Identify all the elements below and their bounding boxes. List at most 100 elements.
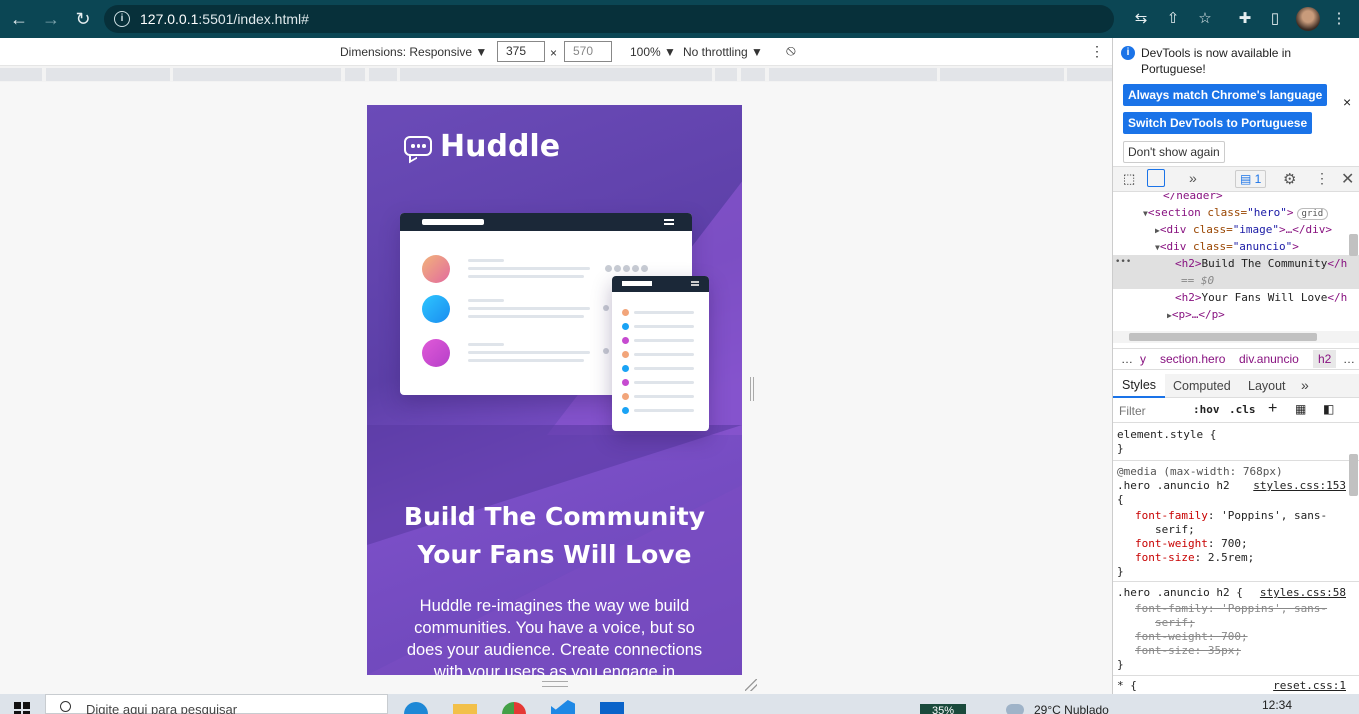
more-panels-icon[interactable]: » xyxy=(1301,377,1309,393)
rotate-icon[interactable]: ⦸ xyxy=(786,42,796,59)
reload-icon[interactable]: ↻ xyxy=(72,8,94,30)
node-ellipsis[interactable]: ••• xyxy=(1115,257,1131,267)
browser-menu-icon[interactable]: ⋮ xyxy=(1330,10,1348,28)
element-style-rule[interactable]: element.style { xyxy=(1117,428,1216,441)
bookmark-star-icon[interactable]: ☆ xyxy=(1196,10,1214,28)
always-match-language-button[interactable]: Always match Chrome's language xyxy=(1123,84,1328,106)
media-segment[interactable] xyxy=(173,68,341,81)
breadcrumb-item[interactable]: … xyxy=(1343,352,1355,366)
computed-styles-icon[interactable]: ▦ xyxy=(1295,402,1306,416)
info-icon: i xyxy=(1121,46,1135,60)
dimensions-dropdown[interactable]: Dimensions: Responsive ▼ xyxy=(340,45,487,59)
styles-scrollbar-thumb[interactable] xyxy=(1349,454,1358,496)
media-segment[interactable] xyxy=(46,68,170,81)
rule2-prop-font-weight[interactable]: font-weight: 700; xyxy=(1135,630,1248,643)
tab-computed[interactable]: Computed xyxy=(1173,379,1231,393)
breadcrumb-item[interactable]: … xyxy=(1121,352,1133,366)
resize-handle-corner[interactable] xyxy=(745,679,757,691)
forward-icon[interactable]: → xyxy=(40,8,62,30)
battery-widget[interactable]: 35% xyxy=(920,704,966,714)
more-tabs-icon[interactable]: » xyxy=(1189,170,1197,186)
share-icon[interactable]: ⇧ xyxy=(1164,10,1182,28)
rule2-selector[interactable]: .hero .anuncio h2 { xyxy=(1117,586,1243,599)
translate-icon[interactable]: ⇆ xyxy=(1132,10,1150,28)
media-segment[interactable] xyxy=(741,68,765,81)
inspect-element-icon[interactable]: ⬚ xyxy=(1123,171,1135,187)
resize-handle-bottom[interactable] xyxy=(542,681,568,687)
dom-line-section[interactable]: ▼<section class="hero"> grid xyxy=(1143,206,1329,220)
media-segment[interactable] xyxy=(345,68,365,81)
dom-line[interactable]: </header> xyxy=(1163,193,1223,202)
edge-icon[interactable] xyxy=(404,702,428,714)
dont-show-again-button[interactable]: Don't show again xyxy=(1123,141,1225,163)
extensions-icon[interactable]: ✚ xyxy=(1236,10,1254,28)
tab-styles[interactable]: Styles xyxy=(1113,374,1166,398)
settings-gear-icon[interactable]: ⚙ xyxy=(1283,170,1296,188)
width-input[interactable]: 375 xyxy=(497,41,545,62)
resize-handle-right[interactable] xyxy=(750,377,754,401)
back-icon[interactable]: ← xyxy=(8,8,30,30)
rule3-source-link[interactable]: reset.css:1 xyxy=(1273,679,1346,692)
rule2-prop-font-family[interactable]: font-family: 'Poppins', sans- xyxy=(1135,602,1327,615)
breadcrumb-item-active[interactable]: h2 xyxy=(1313,350,1337,368)
breadcrumb-item[interactable]: y xyxy=(1140,352,1146,366)
media-segment[interactable] xyxy=(715,68,737,81)
height-input[interactable]: 570 xyxy=(564,41,612,62)
media-segment[interactable] xyxy=(940,68,1064,81)
device-more-icon[interactable]: ⋮ xyxy=(1090,43,1104,60)
throttling-dropdown[interactable]: No throttling ▼ xyxy=(683,45,763,59)
tab-layout[interactable]: Layout xyxy=(1248,379,1286,393)
windows-start-icon[interactable] xyxy=(14,702,30,714)
profile-avatar[interactable] xyxy=(1296,7,1320,31)
media-segment[interactable] xyxy=(1067,68,1112,81)
media-segment[interactable] xyxy=(0,68,42,81)
close-devtools-icon[interactable]: ✕ xyxy=(1341,169,1354,189)
styles-filter-input[interactable] xyxy=(1115,401,1181,421)
devtools-menu-icon[interactable]: ⋮ xyxy=(1315,170,1329,187)
issues-counter[interactable]: ▤ 1 xyxy=(1235,170,1267,188)
media-segment[interactable] xyxy=(769,68,937,81)
breadcrumb-item[interactable]: section.hero xyxy=(1160,352,1225,366)
horizontal-scrollbar[interactable] xyxy=(1113,331,1359,343)
rule2-prop-font-size[interactable]: font-size: 35px; xyxy=(1135,644,1241,657)
media-segment[interactable] xyxy=(369,68,397,81)
switch-to-portuguese-button[interactable]: Switch DevTools to Portuguese xyxy=(1123,112,1313,134)
notice-text: DevTools is now available in Portuguese! xyxy=(1141,46,1292,76)
rule1-selector[interactable]: .hero .anuncio h2 xyxy=(1117,479,1230,492)
close-notice-icon[interactable]: × xyxy=(1343,94,1351,110)
file-explorer-icon[interactable] xyxy=(453,704,477,714)
breadcrumb-item[interactable]: div.anuncio xyxy=(1239,352,1299,366)
grid-badge[interactable]: grid xyxy=(1296,208,1329,220)
rule1-source-link[interactable]: styles.css:153 xyxy=(1253,479,1346,492)
dom-line-h2[interactable]: <h2>Your Fans Will Love</h xyxy=(1175,291,1347,304)
sidebar-toggle-icon[interactable]: ◧ xyxy=(1323,402,1334,416)
rule2-source-link[interactable]: styles.css:58 xyxy=(1260,586,1346,599)
scrollbar-thumb[interactable] xyxy=(1129,333,1317,341)
rule3-selector[interactable]: * { xyxy=(1117,679,1137,692)
hov-toggle[interactable]: :hov xyxy=(1193,403,1220,416)
side-panel-icon[interactable]: ▯ xyxy=(1266,10,1284,28)
store-icon[interactable] xyxy=(600,702,624,714)
cls-toggle[interactable]: .cls xyxy=(1229,403,1256,416)
taskbar-search[interactable]: Digite aqui para pesquisar xyxy=(45,694,388,714)
vscode-icon[interactable] xyxy=(551,700,575,714)
dom-line-div-anuncio[interactable]: ▼<div class="anuncio"> xyxy=(1155,240,1299,253)
rule1-prop-font-weight[interactable]: font-weight: 700; xyxy=(1135,537,1248,550)
dom-line-div-image[interactable]: ▶<div class="image">…</div> xyxy=(1155,223,1332,236)
address-bar[interactable]: i 127.0.0.1:5501/index.html# xyxy=(104,5,1114,33)
rule1-prop-font-family[interactable]: font-family: 'Poppins', sans- xyxy=(1135,509,1327,522)
dom-line-h2-selected[interactable]: <h2>Build The Community</h xyxy=(1175,257,1347,270)
weather-text[interactable]: 29°C Nublado xyxy=(1034,703,1109,714)
rule1-prop-font-size[interactable]: font-size: 2.5rem; xyxy=(1135,551,1254,564)
new-rule-icon[interactable]: + xyxy=(1268,400,1277,418)
chrome-icon[interactable] xyxy=(502,702,526,714)
huddle-logo[interactable]: Huddle xyxy=(404,130,560,164)
device-toggle-icon[interactable] xyxy=(1147,169,1165,187)
vertical-scrollbar-thumb[interactable] xyxy=(1349,234,1358,256)
dom-line-p[interactable]: ▶<p>…</p> xyxy=(1167,308,1225,321)
site-info-icon[interactable]: i xyxy=(114,11,130,27)
zoom-dropdown[interactable]: 100% ▼ xyxy=(630,45,676,59)
clock-time[interactable]: 12:34 xyxy=(1262,698,1292,712)
media-segment[interactable] xyxy=(400,68,712,81)
search-icon xyxy=(60,701,71,712)
